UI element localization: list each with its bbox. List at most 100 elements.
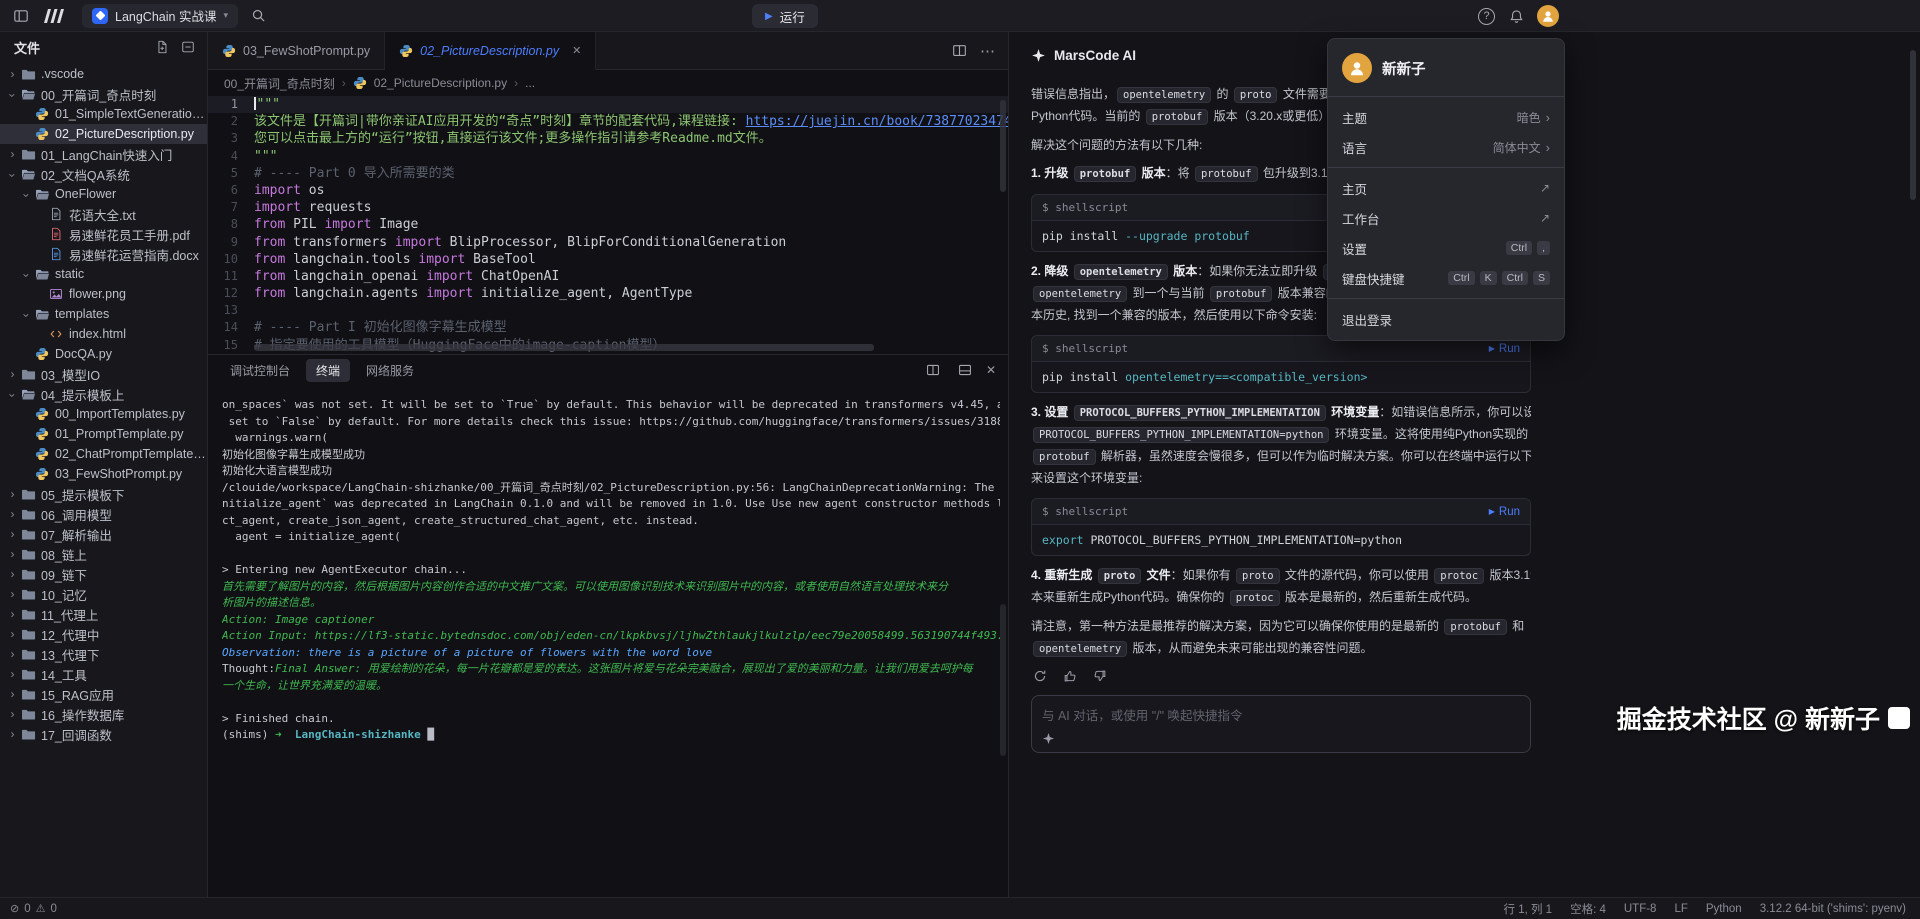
status-item[interactable]: Python <box>1706 903 1742 915</box>
avatar[interactable] <box>1537 5 1559 27</box>
panel-layout-icon[interactable] <box>954 359 976 381</box>
breadcrumb-item[interactable]: 00_开篇词_奇点时刻 <box>224 75 335 92</box>
workspace-switcher[interactable]: LangChain 实战课 ▾ <box>82 4 238 28</box>
folder-icon <box>19 367 37 382</box>
terminal-line: 初始化大语言模型成功 <box>222 463 1000 480</box>
tree-item[interactable]: ›03_模型IO <box>0 364 207 384</box>
errors-icon[interactable]: ⊘ <box>10 902 19 915</box>
collapse-explorer-icon[interactable] <box>177 36 199 58</box>
tree-item[interactable]: 01_PromptTemplate.py <box>0 424 207 444</box>
tree-item[interactable]: ›11_代理上 <box>0 604 207 624</box>
tree-item[interactable]: ›15_RAG应用 <box>0 684 207 704</box>
tree-item[interactable]: 02_PictureDescription.py <box>0 124 207 144</box>
thumbs-down-icon[interactable] <box>1091 667 1109 685</box>
tree-item[interactable]: ›09_链下 <box>0 564 207 584</box>
tree-item[interactable]: ›16_操作数据库 <box>0 704 207 724</box>
tree-item[interactable]: ›04_提示模板上 <box>0 384 207 404</box>
split-editor-icon[interactable] <box>948 40 970 62</box>
menu-item[interactable]: 主页↗ <box>1328 173 1564 203</box>
run-button[interactable]: ▶ 运行 <box>752 4 818 28</box>
tree-item-label: 03_FewShotPrompt.py <box>55 467 182 481</box>
tree-item[interactable]: ›10_记忆 <box>0 584 207 604</box>
more-actions-icon[interactable]: ⋯ <box>980 42 996 60</box>
menu-item[interactable]: 工作台↗ <box>1328 203 1564 233</box>
editor-tab[interactable]: 02_PictureDescription.py✕ <box>385 32 596 70</box>
tree-item[interactable]: ›01_LangChain快速入门 <box>0 144 207 164</box>
terminal-line: /clouide/workspace/LangChain-shizhanke/0… <box>222 480 1000 497</box>
thumbs-up-icon[interactable] <box>1061 667 1079 685</box>
breadcrumb-item[interactable]: ... <box>525 76 535 90</box>
tree-item[interactable]: 01_SimpleTextGeneration.py <box>0 104 207 124</box>
editor-tab[interactable]: 03_FewShotPrompt.py <box>208 32 385 69</box>
tree-item[interactable]: index.html <box>0 324 207 344</box>
close-panel-icon[interactable]: ✕ <box>986 363 996 377</box>
search-icon[interactable] <box>248 5 270 27</box>
terminal-scrollbar[interactable] <box>1000 604 1006 756</box>
tree-item[interactable]: 02_ChatPromptTemplate.py <box>0 444 207 464</box>
tree-item[interactable]: ›templates <box>0 304 207 324</box>
panel-tab[interactable]: 网络服务 <box>356 359 424 382</box>
terminal-line: nitialize_agent` was deprecated in LangC… <box>222 496 1000 513</box>
tree-item[interactable]: 易速鲜花运营指南.docx <box>0 244 207 264</box>
menu-item[interactable]: 语言简体中文› <box>1328 132 1564 162</box>
new-file-icon[interactable] <box>151 36 173 58</box>
tree-item[interactable]: ›.vscode <box>0 64 207 84</box>
toggle-sidebar-icon[interactable] <box>10 5 32 27</box>
tree-item[interactable]: DocQA.py <box>0 344 207 364</box>
tree-item[interactable]: 03_FewShotPrompt.py <box>0 464 207 484</box>
python-icon <box>33 347 51 361</box>
status-item[interactable]: UTF-8 <box>1624 903 1657 915</box>
tree-item[interactable]: ›12_代理中 <box>0 624 207 644</box>
quick-command-icon[interactable] <box>1042 732 1055 745</box>
inline-code: protobuf <box>1444 619 1507 635</box>
tree-item[interactable]: ›OneFlower <box>0 184 207 204</box>
warnings-icon[interactable]: ⚠ <box>36 902 46 915</box>
tree-item[interactable]: 00_ImportTemplates.py <box>0 404 207 424</box>
folder-icon <box>19 687 37 702</box>
tree-item[interactable]: ›05_提示模板下 <box>0 484 207 504</box>
tree-item[interactable]: ›static <box>0 264 207 284</box>
ai-chat-input[interactable]: 与 AI 对话，或使用 "/" 唤起快捷指令 <box>1031 695 1531 753</box>
tree-item[interactable]: 花语大全.txt <box>0 204 207 224</box>
tree-item[interactable]: ›02_文档QA系统 <box>0 164 207 184</box>
status-item[interactable]: 3.12.2 64-bit ('shims': pyenv) <box>1760 903 1906 915</box>
close-tab-icon[interactable]: ✕ <box>572 44 581 57</box>
terminal-output[interactable]: on_spaces` was not set. It will be set t… <box>208 385 1008 744</box>
breadcrumb-separator-icon: › <box>342 76 346 90</box>
menu-item[interactable]: 主题暗色› <box>1328 102 1564 132</box>
run-code-button[interactable]: ▶Run <box>1489 506 1520 518</box>
tree-item[interactable]: ›06_调用模型 <box>0 504 207 524</box>
menu-item[interactable]: 退出登录 <box>1328 304 1564 334</box>
split-terminal-icon[interactable] <box>922 359 944 381</box>
panel-tab[interactable]: 终端 <box>306 359 350 382</box>
ai-scrollbar[interactable] <box>1910 50 1916 200</box>
tree-item[interactable]: ›14_工具 <box>0 664 207 684</box>
tree-item[interactable]: ›17_回调函数 <box>0 724 207 744</box>
terminal-line: set to `False` by default. For more deta… <box>222 414 1000 431</box>
code-line: 7import requests <box>208 199 1008 216</box>
status-item[interactable]: 行 1, 列 1 <box>1504 901 1553 917</box>
status-right: 行 1, 列 1 空格: 4 UTF-8 LF Python 3.12.2 64-bit … <box>1504 901 1920 917</box>
menu-item[interactable]: 设置Ctrl, <box>1328 233 1564 263</box>
menu-item[interactable]: 键盘快捷键CtrlKCtrlS <box>1328 263 1564 293</box>
code-editor[interactable]: 1"""2该文件是【开篇词|带你亲证AI应用开发的“奇点”时刻】章节的配套代码,… <box>208 96 1008 354</box>
breadcrumb-item[interactable]: 02_PictureDescription.py <box>374 76 507 90</box>
status-item[interactable]: 空格: 4 <box>1570 901 1606 917</box>
tree-item[interactable]: ›00_开篇词_奇点时刻 <box>0 84 207 104</box>
status-item[interactable]: LF <box>1674 903 1687 915</box>
panel-tabbar: 调试控制台终端网络服务 ✕ <box>208 355 1008 385</box>
tree-item[interactable]: flower.png <box>0 284 207 304</box>
editor-scrollbar[interactable] <box>1000 100 1006 192</box>
bell-icon[interactable] <box>1505 5 1527 27</box>
horizontal-scrollbar[interactable] <box>254 344 874 351</box>
tree-item[interactable]: ›08_链上 <box>0 544 207 564</box>
tree-item[interactable]: ›07_解析输出 <box>0 524 207 544</box>
tree-item[interactable]: 易速鲜花员工手册.pdf <box>0 224 207 244</box>
folder-icon <box>19 587 37 602</box>
regenerate-icon[interactable] <box>1031 667 1049 685</box>
juejin-logo <box>1888 707 1910 729</box>
tree-item[interactable]: ›13_代理下 <box>0 644 207 664</box>
run-code-button[interactable]: ▶Run <box>1489 343 1520 355</box>
help-icon[interactable]: ? <box>1478 8 1495 25</box>
panel-tab[interactable]: 调试控制台 <box>220 359 300 382</box>
